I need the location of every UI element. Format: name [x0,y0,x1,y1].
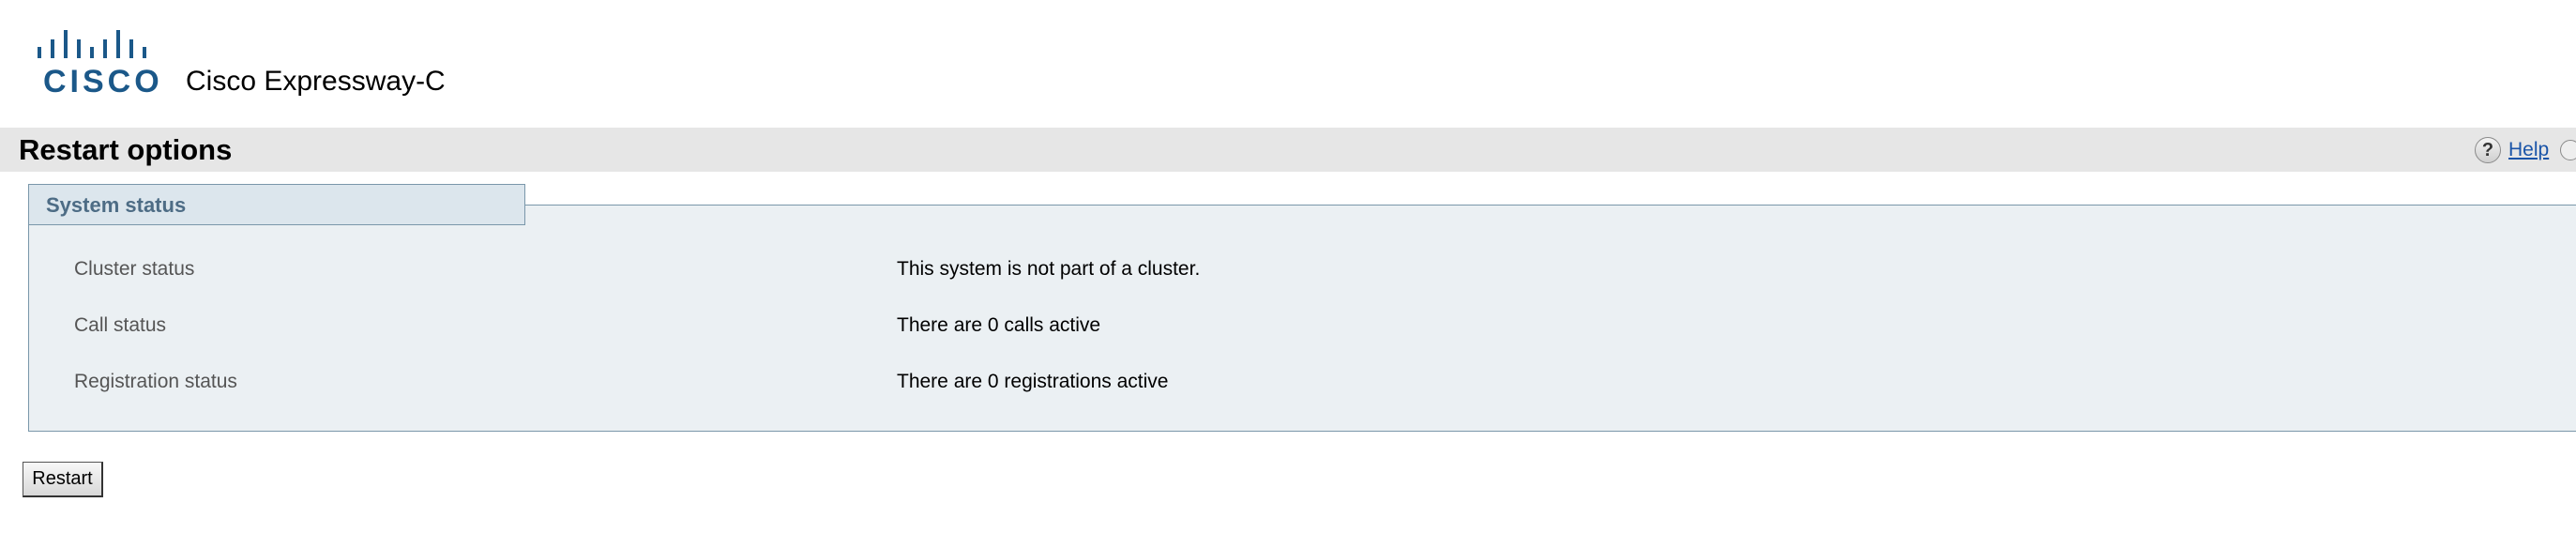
status-row-cluster: Cluster status This system is not part o… [29,258,2562,286]
title-bar: Restart options ? Help [0,128,2576,172]
app-header: CISCO Cisco Expressway-C [0,0,2576,127]
restart-button[interactable]: Restart [23,462,103,497]
help-secondary-icon[interactable] [2560,140,2576,160]
cisco-logo: CISCO [36,30,159,98]
system-status-panel: Cluster status This system is not part o… [28,205,2576,432]
status-row-registration: Registration status There are 0 registra… [29,371,2562,399]
row-label: Cluster status [74,258,195,280]
page-title: Restart options [19,133,233,166]
row-label: Call status [74,314,167,336]
status-row-call: Call status There are 0 calls active [29,314,2562,343]
row-value: This system is not part of a cluster. [897,258,1201,280]
help-area: ? Help [2475,136,2576,164]
system-status-legend: System status [28,184,525,225]
row-value: There are 0 calls active [897,314,1101,336]
row-value: There are 0 registrations active [897,371,1169,392]
help-link[interactable]: Help [2508,139,2549,161]
legend-text: System status [46,193,187,217]
cisco-logo-icon [38,30,146,58]
row-label: Registration status [74,371,237,392]
help-icon[interactable]: ? [2475,137,2501,163]
cisco-logo-text: CISCO [43,64,163,99]
product-name: Cisco Expressway-C [186,66,446,97]
